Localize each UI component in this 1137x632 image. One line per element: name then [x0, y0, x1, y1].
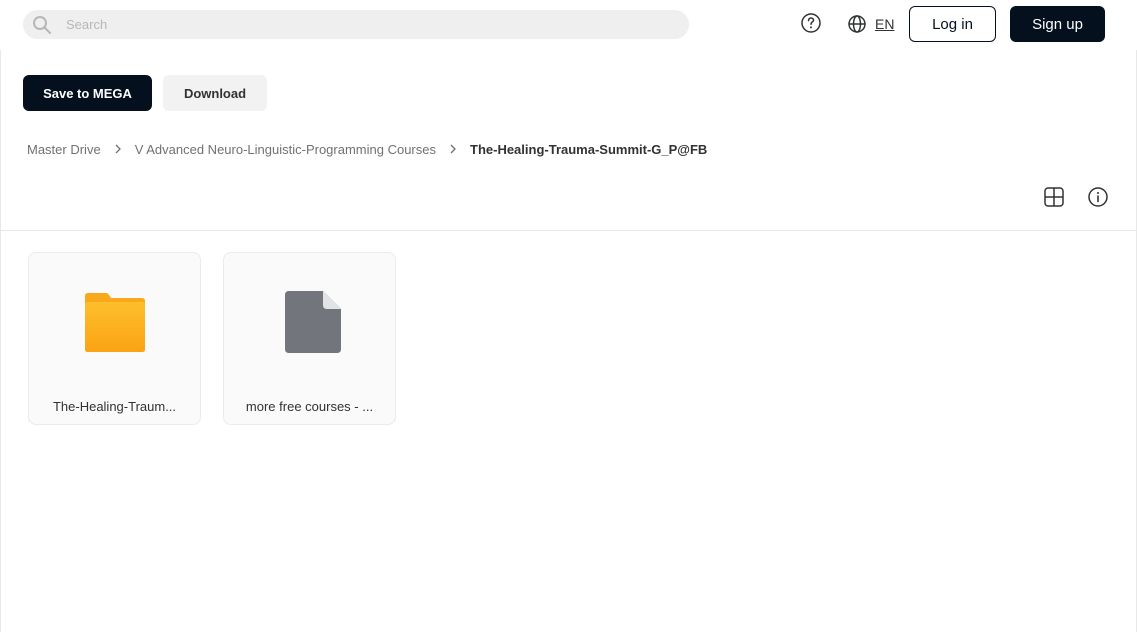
search-icon — [33, 16, 51, 34]
file-tile[interactable]: more free courses - ... — [223, 252, 396, 425]
search-bar[interactable] — [23, 10, 689, 39]
breadcrumb-item-nlp-courses[interactable]: V Advanced Neuro-Linguistic-Programming … — [135, 142, 436, 157]
download-button[interactable]: Download — [163, 75, 267, 111]
grid-view-icon[interactable] — [1043, 186, 1065, 208]
top-bar: EN Log in Sign up — [0, 0, 1137, 50]
action-bar: Save to MEGA Download — [23, 75, 267, 111]
search-input[interactable] — [66, 17, 666, 32]
breadcrumb-item-master-drive[interactable]: Master Drive — [27, 142, 101, 157]
breadcrumb-item-current: The-Healing-Trauma-Summit-G_P@FB — [470, 141, 708, 157]
save-to-mega-button[interactable]: Save to MEGA — [23, 75, 152, 111]
panel-border — [0, 50, 1, 632]
chevron-right-icon — [450, 144, 456, 154]
info-icon[interactable] — [1087, 186, 1109, 208]
folder-tile[interactable]: The-Healing-Traum... — [28, 252, 201, 425]
item-name: The-Healing-Traum... — [52, 399, 177, 414]
globe-icon — [848, 15, 866, 33]
chevron-right-icon — [115, 144, 121, 154]
folder-icon — [84, 293, 145, 352]
signup-button[interactable]: Sign up — [1010, 6, 1105, 42]
login-button[interactable]: Log in — [909, 6, 996, 42]
breadcrumb: Master Drive V Advanced Neuro-Linguistic… — [27, 140, 707, 158]
item-name: more free courses - ... — [245, 399, 374, 414]
language-selector[interactable]: EN — [847, 13, 894, 35]
file-icon — [284, 291, 341, 353]
help-icon[interactable] — [800, 12, 822, 34]
language-code[interactable]: EN — [875, 16, 894, 32]
file-grid: The-Healing-Traum... more free courses -… — [28, 252, 418, 425]
content-divider — [0, 230, 1137, 231]
